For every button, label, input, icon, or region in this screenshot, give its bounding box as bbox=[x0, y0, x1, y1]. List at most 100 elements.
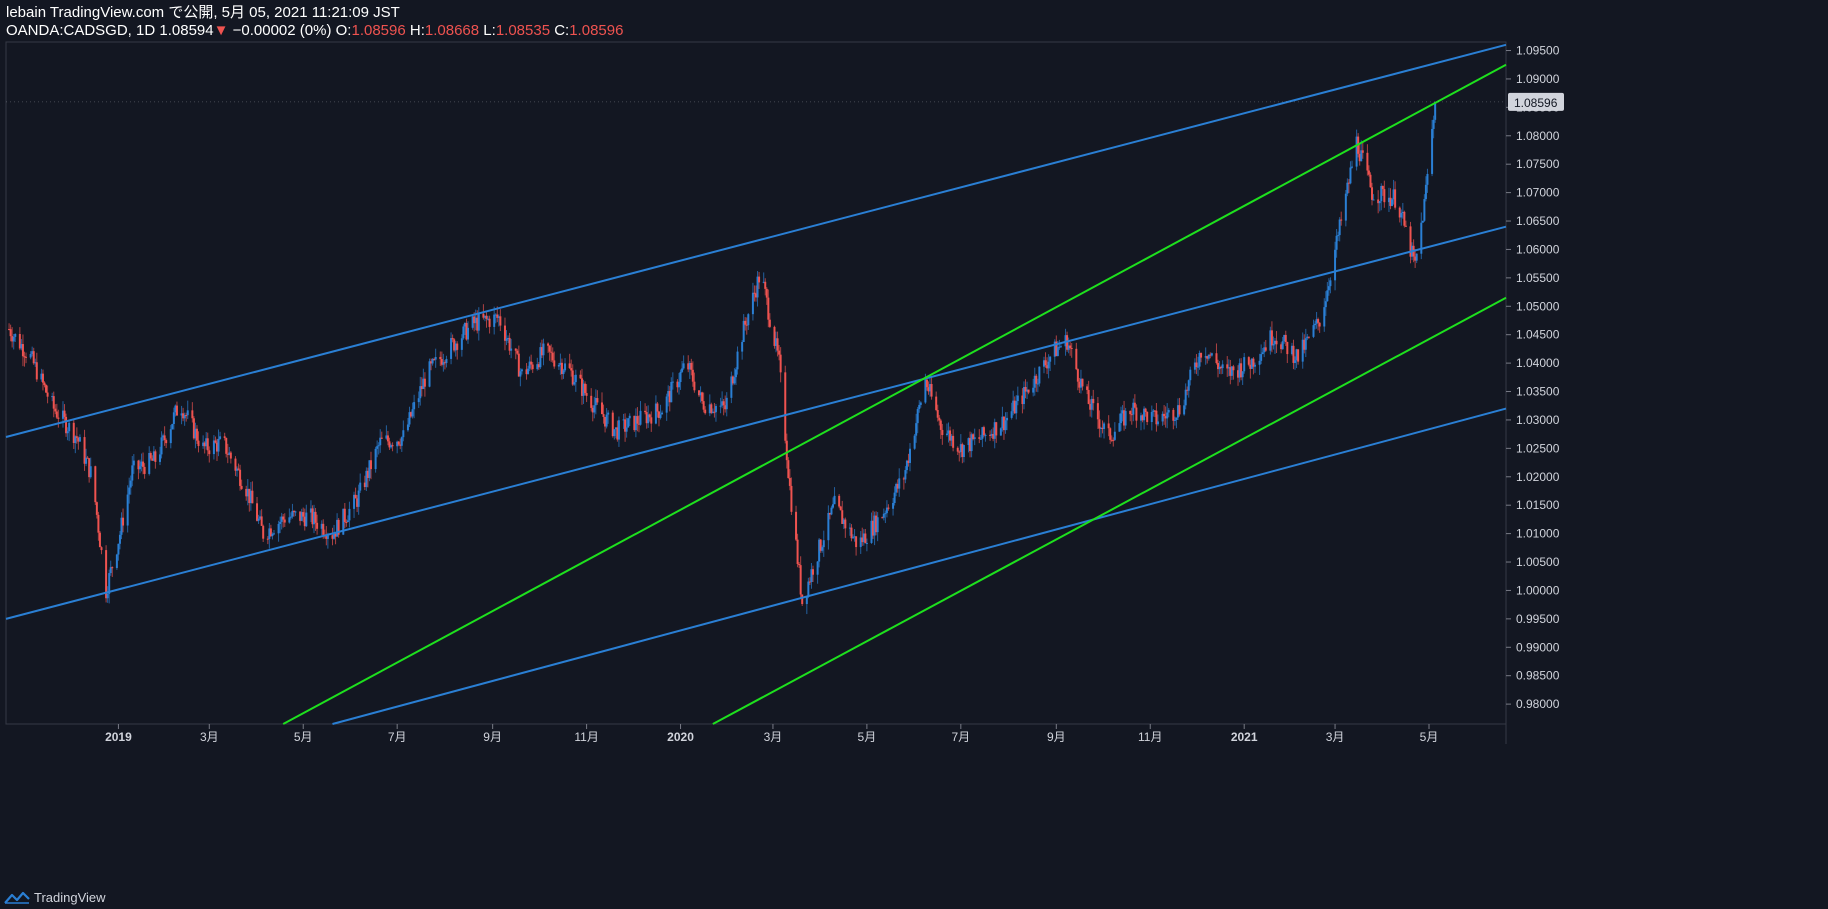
candle-body bbox=[142, 461, 145, 467]
candle-body bbox=[1221, 364, 1224, 369]
candle-body bbox=[733, 377, 736, 384]
candle-body bbox=[1260, 354, 1263, 361]
candle-body bbox=[785, 440, 788, 461]
candle-body bbox=[1178, 405, 1181, 415]
candle-body bbox=[1297, 349, 1300, 362]
footer-brand[interactable]: TradingView bbox=[4, 890, 106, 905]
candle-body bbox=[1369, 174, 1372, 188]
candle-body bbox=[744, 320, 747, 325]
candle-body bbox=[402, 430, 405, 438]
candle-body bbox=[257, 518, 260, 521]
symbol-label[interactable]: OANDA:CADSGD, 1D bbox=[6, 22, 155, 39]
candle-body bbox=[260, 516, 263, 526]
candle-body bbox=[1081, 378, 1084, 387]
price-chart[interactable]: 1.095001.090001.085001.080001.075001.070… bbox=[0, 0, 1828, 909]
candle-body bbox=[499, 316, 502, 326]
candle-body bbox=[816, 561, 819, 575]
candle-body bbox=[519, 371, 522, 377]
y-tick-label: 1.09500 bbox=[1516, 44, 1560, 58]
candle-body bbox=[1284, 334, 1287, 342]
candle-body bbox=[359, 482, 362, 491]
candle-body bbox=[159, 454, 162, 462]
footer-brand-label: TradingView bbox=[34, 890, 106, 905]
candle-body bbox=[191, 410, 194, 419]
candle-body bbox=[117, 543, 120, 555]
candle-body bbox=[206, 438, 209, 451]
candle-body bbox=[1215, 353, 1218, 364]
candle-body bbox=[1032, 387, 1035, 393]
candle-body bbox=[343, 508, 346, 522]
candle-body bbox=[406, 424, 409, 431]
candle-body bbox=[451, 338, 454, 340]
candle-body bbox=[1361, 150, 1364, 153]
candle-body bbox=[122, 517, 125, 526]
candle-body bbox=[462, 326, 465, 339]
candle-body bbox=[1394, 189, 1397, 208]
candle-body bbox=[29, 354, 32, 358]
candle-body bbox=[25, 356, 28, 358]
y-tick-label: 1.06500 bbox=[1516, 214, 1560, 228]
candle-body bbox=[909, 448, 912, 463]
candle-body bbox=[984, 434, 987, 436]
down-arrow-icon: ▼ bbox=[213, 22, 229, 39]
candle-body bbox=[602, 414, 605, 417]
candle-body bbox=[542, 343, 545, 356]
candle-body bbox=[758, 276, 761, 283]
y-tick-label: 1.03500 bbox=[1516, 385, 1560, 399]
candle-body bbox=[131, 465, 134, 481]
candle-body bbox=[531, 364, 534, 370]
candle-body bbox=[778, 350, 781, 355]
candle-body bbox=[445, 358, 448, 364]
candle-body bbox=[128, 487, 131, 495]
candle-body bbox=[214, 440, 217, 443]
candle-body bbox=[704, 409, 707, 414]
candle-body bbox=[1372, 199, 1375, 201]
candle-body bbox=[282, 516, 285, 520]
candle-body bbox=[1307, 336, 1310, 338]
candle-body bbox=[659, 414, 662, 418]
candle-body bbox=[217, 438, 220, 452]
candle-body bbox=[679, 371, 682, 383]
candle-body bbox=[568, 363, 571, 369]
y-tick-label: 1.07000 bbox=[1516, 186, 1560, 200]
candle-body bbox=[734, 369, 737, 378]
candle-body bbox=[564, 363, 567, 371]
candle-body bbox=[1076, 369, 1079, 382]
candle-body bbox=[918, 404, 921, 410]
candle-body bbox=[1086, 386, 1089, 390]
candle-body bbox=[982, 427, 985, 436]
candle-body bbox=[1044, 360, 1047, 366]
candle-body bbox=[839, 506, 842, 511]
candle-body bbox=[1340, 219, 1343, 221]
candle-body bbox=[648, 414, 651, 418]
candle-body bbox=[915, 423, 918, 436]
x-tick-label: 7月 bbox=[388, 730, 407, 744]
candle-body bbox=[68, 422, 71, 432]
candle-body bbox=[185, 415, 188, 417]
candle-body bbox=[702, 401, 705, 410]
candle-body bbox=[1400, 212, 1403, 218]
candle-body bbox=[916, 409, 919, 424]
candle-body bbox=[573, 382, 576, 385]
candle-body bbox=[237, 468, 240, 470]
candle-body bbox=[995, 422, 998, 436]
change-value: −0.00002 (0%) bbox=[232, 22, 332, 39]
candle-body bbox=[379, 437, 382, 446]
candle-body bbox=[169, 429, 172, 444]
candle-body bbox=[1129, 410, 1132, 415]
candle-body bbox=[1344, 193, 1347, 221]
close-value: 1.08596 bbox=[569, 22, 624, 39]
candle-body bbox=[262, 525, 265, 539]
candle-body bbox=[779, 354, 782, 373]
candle-body bbox=[1183, 405, 1186, 415]
candle-body bbox=[132, 460, 135, 466]
x-tick-label: 9月 bbox=[483, 730, 502, 744]
candle-body bbox=[1047, 361, 1050, 369]
candle-body bbox=[1432, 119, 1435, 129]
candle-body bbox=[316, 522, 319, 529]
candle-body bbox=[1124, 410, 1127, 426]
candle-body bbox=[423, 378, 426, 387]
candle-body bbox=[21, 344, 24, 357]
candle-body bbox=[346, 520, 349, 523]
candle-body bbox=[701, 392, 704, 402]
